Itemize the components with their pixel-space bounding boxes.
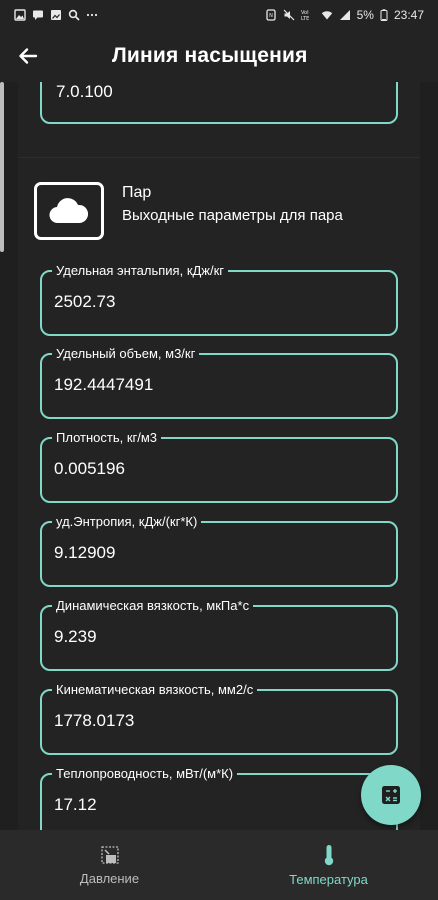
field-label: Кинематическая вязкость, мм2/с: [52, 682, 258, 697]
field-kinematic-viscosity[interactable]: Кинематическая вязкость, мм2/с 1778.0173: [40, 682, 398, 755]
arrow-back-icon: [19, 48, 38, 64]
field-value: 9.239: [54, 627, 97, 646]
battery-percent: 5%: [356, 8, 374, 22]
field-label: Теплопроводность, мВт/(м*К): [52, 766, 238, 781]
section-title: Пар: [122, 184, 152, 201]
calculator-icon: [382, 786, 400, 804]
image-icon: [14, 9, 26, 21]
field-specific-volume[interactable]: Удельный объем, м3/кг 192.4447491: [40, 346, 398, 419]
field-value: 9.12909: [54, 543, 116, 562]
app-bar: Линия насыщения: [0, 30, 438, 82]
pressure-icon: [100, 845, 119, 864]
field-label: Динамическая вязкость, мкПа*с: [52, 598, 254, 613]
battery-icon: [380, 9, 388, 21]
svg-text:LTE: LTE: [301, 16, 309, 21]
field-thermal-conductivity[interactable]: Теплопроводность, мВт/(м*К) 17.12: [40, 766, 398, 830]
clock: 23:47: [393, 8, 424, 22]
bottom-navigation: Давление Температура: [0, 830, 438, 900]
section-header: Пар Выходные параметры для пара: [34, 182, 404, 242]
content-scroll[interactable]: 7.0.100 Пар Выходные параметры для пара …: [18, 82, 420, 830]
cloud-icon: [49, 198, 89, 224]
status-left: [14, 9, 98, 21]
field-entropy[interactable]: уд.Энтропия, кДж/(кг*К) 9.12909: [40, 514, 398, 587]
status-bar: N VoI LTE 5% 23:47: [0, 0, 438, 30]
svg-text:N: N: [269, 13, 273, 19]
back-button[interactable]: [0, 30, 56, 82]
section-divider: [18, 157, 420, 158]
field-label: Удельная энтальпия, кДж/кг: [52, 263, 229, 278]
field-value: 0.005196: [54, 459, 125, 478]
field-value: 2502.73: [54, 292, 116, 311]
volte-icon: VoILTE: [301, 10, 309, 21]
field-value: 17.12: [54, 795, 97, 814]
page-title: Линия насыщения: [112, 44, 308, 67]
thermometer-icon: [324, 844, 333, 865]
nav-item-temperature[interactable]: Температура: [219, 830, 438, 900]
section-icon-box: [34, 182, 104, 240]
field-value: 1778.0173: [54, 711, 135, 730]
nav-label-pressure: Давление: [79, 870, 140, 886]
mute-icon: [283, 9, 295, 21]
field-dynamic-viscosity[interactable]: Динамическая вязкость, мкПа*с 9.239: [40, 598, 398, 671]
nav-label-temperature: Температура: [289, 871, 368, 887]
nfc-icon: N: [265, 9, 276, 21]
scroll-indicator[interactable]: [0, 82, 4, 252]
status-right: N VoI LTE 5% 23:47: [265, 8, 424, 22]
signal-icon: [339, 10, 350, 20]
field-label: Плотность, кг/м3: [52, 430, 162, 445]
field-value: 192.4447491: [54, 375, 154, 394]
wifi-icon: [321, 11, 332, 20]
field-label: уд.Энтропия, кДж/(кг*К): [52, 514, 202, 529]
nav-item-pressure[interactable]: Давление: [0, 830, 219, 900]
more-icon: [86, 13, 98, 17]
field-density[interactable]: Плотность, кг/м3 0.005196: [40, 430, 398, 503]
field-enthalpy[interactable]: Удельная энтальпия, кДж/кг 2502.73: [40, 263, 398, 336]
chat-icon: [33, 10, 43, 20]
previous-field[interactable]: 7.0.100: [40, 82, 398, 124]
gallery-icon: [51, 10, 61, 20]
section-subtitle: Выходные параметры для пара: [122, 207, 343, 224]
calculate-fab-button[interactable]: [361, 765, 421, 825]
field-label: Удельный объем, м3/кг: [52, 346, 200, 361]
search-icon: [68, 9, 80, 21]
previous-field-value: 7.0.100: [56, 82, 113, 101]
